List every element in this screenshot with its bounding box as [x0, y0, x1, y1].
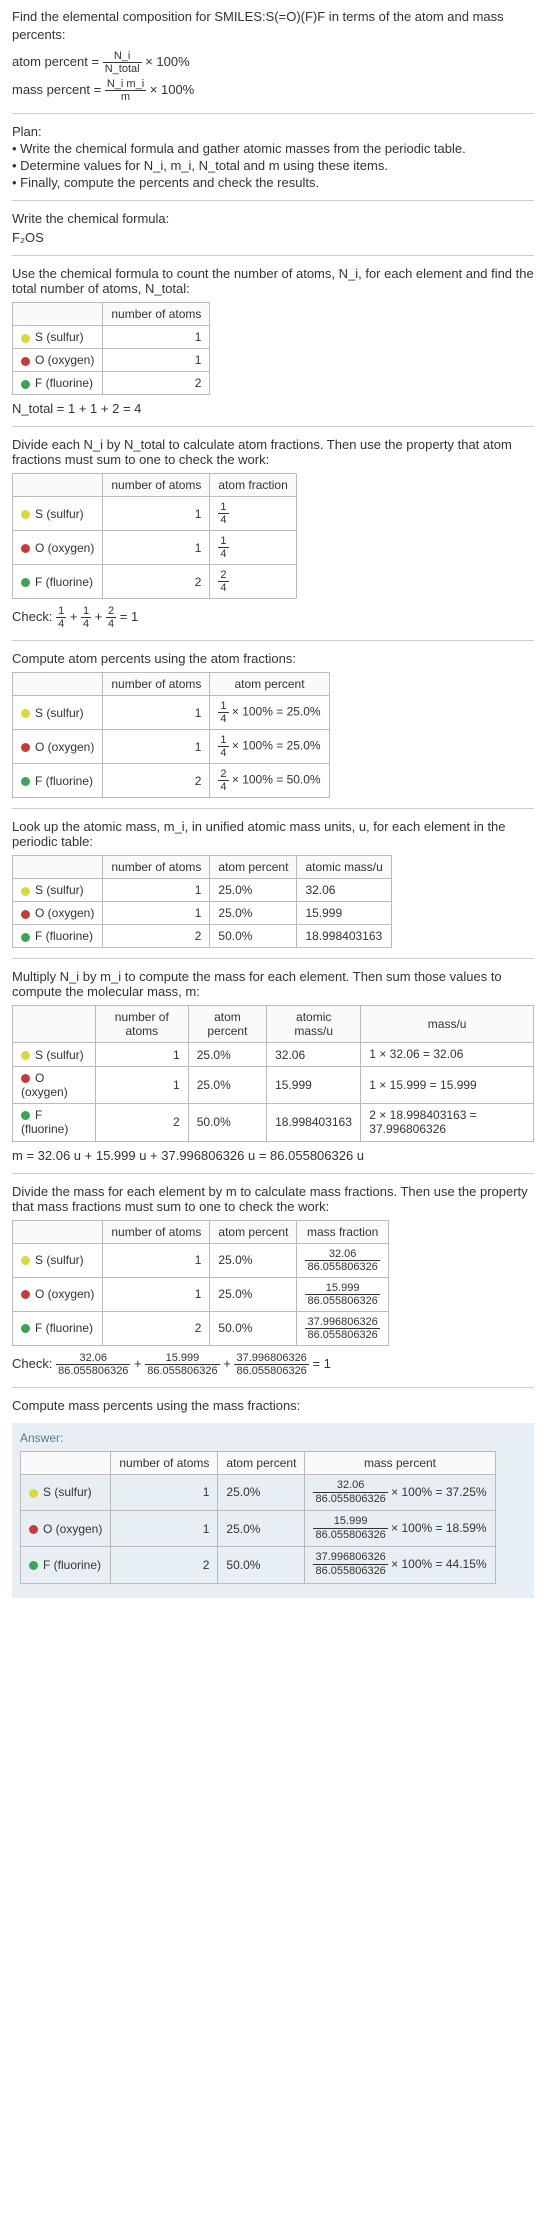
rhs: × 100%	[150, 82, 194, 97]
n-total: N_total = 1 + 1 + 2 = 4	[12, 401, 534, 416]
table-row: O (oxygen)1	[13, 349, 210, 372]
atom-fraction-table: number of atomsatom fraction S (sulfur)1…	[12, 473, 297, 599]
step-title: Multiply N_i by m_i to compute the mass …	[12, 969, 534, 999]
fluorine-dot-icon	[21, 578, 30, 587]
table-row: S (sulfur)125.0%32.0686.055806326 × 100%…	[21, 1474, 496, 1510]
table-row: F (fluorine)224	[13, 565, 297, 599]
fluorine-dot-icon	[21, 1324, 30, 1333]
table-row: F (fluorine)250.0%37.99680632686.0558063…	[13, 1311, 389, 1345]
plan-item: • Write the chemical formula and gather …	[12, 141, 534, 156]
table-row: S (sulfur)1	[13, 326, 210, 349]
step-title: Look up the atomic mass, m_i, in unified…	[12, 819, 534, 849]
atom-percent-formula: atom percent = N_iN_total × 100%	[12, 50, 534, 75]
sulfur-dot-icon	[21, 1256, 30, 1265]
answer-table: number of atomsatom percentmass percent …	[20, 1451, 496, 1584]
sulfur-dot-icon	[21, 709, 30, 718]
sulfur-dot-icon	[29, 1489, 38, 1498]
fluorine-dot-icon	[21, 933, 30, 942]
plan-item: • Finally, compute the percents and chec…	[12, 175, 534, 190]
table-row: F (fluorine)224 × 100% = 50.0%	[13, 764, 330, 798]
table-row: O (oxygen)114 × 100% = 25.0%	[13, 730, 330, 764]
fluorine-dot-icon	[21, 777, 30, 786]
rhs: × 100%	[145, 54, 189, 69]
table-row: S (sulfur)125.0%32.06	[13, 879, 392, 902]
table-row: O (oxygen)125.0%15.99986.055806326 × 100…	[21, 1510, 496, 1546]
check-line: Check: 32.0686.055806326 + 15.99986.0558…	[12, 1352, 534, 1377]
step-title: Divide the mass for each element by m to…	[12, 1184, 534, 1214]
step-title: Use the chemical formula to count the nu…	[12, 266, 534, 296]
oxygen-dot-icon	[21, 1290, 30, 1299]
table-row: O (oxygen)125.0%15.99986.055806326	[13, 1277, 389, 1311]
table-row: O (oxygen)114	[13, 531, 297, 565]
table-row: S (sulfur)114	[13, 497, 297, 531]
answer-label: Answer:	[20, 1431, 526, 1445]
sulfur-dot-icon	[21, 887, 30, 896]
mass-table: number of atomsatom percentatomic mass/u…	[12, 1005, 534, 1141]
sulfur-dot-icon	[21, 510, 30, 519]
table-row: F (fluorine)2	[13, 372, 210, 395]
table-row: S (sulfur)125.0%32.061 × 32.06 = 32.06	[13, 1043, 534, 1066]
check-line: Check: 14 + 14 + 24 = 1	[12, 605, 534, 630]
table-row: F (fluorine)250.0%37.99680632686.0558063…	[21, 1547, 496, 1583]
oxygen-dot-icon	[21, 1074, 30, 1083]
step-title: Compute atom percents using the atom fra…	[12, 651, 534, 666]
lhs: atom percent =	[12, 54, 103, 69]
atomic-mass-table: number of atomsatom percentatomic mass/u…	[12, 855, 392, 948]
answer-box: Answer: number of atomsatom percentmass …	[12, 1423, 534, 1598]
molecular-mass: m = 32.06 u + 15.999 u + 37.996806326 u …	[12, 1148, 534, 1163]
table-row: F (fluorine)250.0%18.9984031632 × 18.998…	[13, 1103, 534, 1141]
table-row: S (sulfur)125.0%32.0686.055806326	[13, 1243, 389, 1277]
table-row: O (oxygen)125.0%15.9991 × 15.999 = 15.99…	[13, 1066, 534, 1103]
atoms-count-table: number of atoms S (sulfur)1 O (oxygen)1 …	[12, 302, 210, 395]
fluorine-dot-icon	[29, 1561, 38, 1570]
plan-item: • Determine values for N_i, m_i, N_total…	[12, 158, 534, 173]
problem-prompt: Find the elemental composition for SMILE…	[12, 8, 534, 44]
step-title: Write the chemical formula:	[12, 211, 534, 226]
lhs: mass percent =	[12, 82, 105, 97]
step-title: Divide each N_i by N_total to calculate …	[12, 437, 534, 467]
step-title: Compute mass percents using the mass fra…	[12, 1398, 534, 1413]
sulfur-dot-icon	[21, 334, 30, 343]
oxygen-dot-icon	[29, 1525, 38, 1534]
oxygen-dot-icon	[21, 357, 30, 366]
oxygen-dot-icon	[21, 910, 30, 919]
atom-percent-table: number of atomsatom percent S (sulfur)11…	[12, 672, 330, 798]
mass-percent-formula: mass percent = N_i m_im × 100%	[12, 78, 534, 103]
oxygen-dot-icon	[21, 544, 30, 553]
table-row: S (sulfur)114 × 100% = 25.0%	[13, 696, 330, 730]
plan-title: Plan:	[12, 124, 534, 139]
sulfur-dot-icon	[21, 1051, 30, 1060]
mass-fraction-table: number of atomsatom percentmass fraction…	[12, 1220, 389, 1346]
oxygen-dot-icon	[21, 743, 30, 752]
fluorine-dot-icon	[21, 380, 30, 389]
table-row: F (fluorine)250.0%18.998403163	[13, 925, 392, 948]
table-row: O (oxygen)125.0%15.999	[13, 902, 392, 925]
chemical-formula: F₂OS	[12, 230, 534, 245]
fluorine-dot-icon	[21, 1111, 30, 1120]
